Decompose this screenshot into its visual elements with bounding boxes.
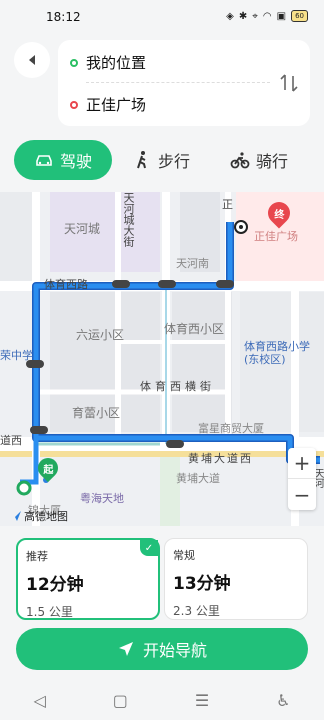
car-icon — [36, 155, 52, 166]
origin-label: 我的位置 — [86, 54, 147, 72]
map-label-target: 正佳广场 — [254, 230, 298, 243]
walk-icon — [137, 151, 146, 169]
start-navigation-label: 开始导航 — [142, 641, 207, 660]
map-label-tianhenan: 天河南 — [176, 257, 209, 270]
swap-icon[interactable] — [278, 72, 300, 94]
nav-back-icon[interactable]: ◁ — [33, 691, 45, 710]
tab-walk-label: 步行 — [157, 152, 190, 171]
tab-bike[interactable]: 骑行 — [210, 140, 308, 180]
bluetooth-icon: ✱ — [238, 10, 248, 22]
route-option-regular[interactable]: 常规 13分钟 2.3 公里 — [164, 538, 308, 620]
end-pin-label: 终 — [274, 209, 284, 221]
map-label-tiyuxi-xiaoqu: 体育西小区 — [164, 322, 225, 336]
destination-dot-icon — [70, 100, 78, 109]
wifi-icon: ◠ — [262, 10, 272, 22]
option-distance: 1.5 公里 — [26, 605, 73, 619]
map-view[interactable]: 天河城 天河城大街 天河南 体育西路 六运小区 体育西小区 荣中学 体育西路小学… — [0, 192, 324, 526]
gaode-logo-icon — [11, 511, 21, 521]
start-navigation-button[interactable]: 开始导航 — [16, 628, 308, 670]
check-icon: ✓ — [140, 540, 158, 556]
map-label-hengjie: 体育西横街 — [140, 380, 215, 393]
option-distance: 2.3 公里 — [173, 604, 220, 618]
start-pin-label: 起 — [43, 464, 53, 476]
origin-dot-icon — [70, 58, 78, 67]
battery-icon: 60 — [291, 10, 308, 22]
route-card: 我的位置 正佳广场 — [58, 40, 310, 126]
route-divider — [86, 82, 270, 83]
option-tag: 常规 — [173, 549, 195, 562]
back-button[interactable] — [14, 42, 50, 78]
nav-recents-icon[interactable]: ☰ — [195, 691, 209, 710]
tab-walk[interactable]: 步行 — [112, 140, 210, 180]
origin-row[interactable]: 我的位置 — [70, 52, 146, 73]
map-label-liuyun: 六运小区 — [76, 328, 125, 342]
map-label-yulei: 育蕾小区 — [72, 406, 121, 420]
navigate-arrow-icon — [118, 642, 133, 656]
mode-tabs: 驾驶 步行 骑行 — [14, 140, 310, 180]
map-logo-text: 高德地图 — [24, 510, 68, 523]
map-label-tianhedajie: 天河城大街 — [122, 192, 135, 247]
location-icon: ⌖ — [252, 10, 258, 22]
map-label-rongzhong: 荣中学 — [0, 349, 33, 362]
sim-icon: ▣ — [276, 10, 287, 22]
destination-label: 正佳广场 — [86, 96, 147, 114]
map-label-huangpu: 黄埔大道西 — [188, 452, 253, 465]
bike-icon — [230, 152, 250, 169]
zoom-in-button[interactable]: + — [288, 448, 316, 479]
vibrate-icon: ◈ — [226, 10, 234, 22]
status-icons: ◈ ✱ ⌖ ◠ ▣ 60 — [226, 10, 308, 22]
map-label-zheng-road: 正 — [222, 198, 233, 211]
status-time: 18:12 — [46, 10, 81, 24]
accessibility-icon[interactable]: ♿ — [276, 691, 290, 710]
tab-bike-label: 骑行 — [255, 152, 288, 171]
status-bar: 18:12 ◈ ✱ ⌖ ◠ ▣ 60 — [0, 0, 324, 34]
option-tag: 推荐 — [26, 550, 48, 563]
option-time: 13分钟 — [173, 574, 231, 594]
map-label-daodong: 道西 — [0, 434, 22, 447]
map-logo: 高德地图 — [10, 508, 68, 524]
system-nav-bar: ◁ ▢ ☰ ♿ — [0, 680, 324, 720]
zoom-control: + − — [288, 448, 316, 510]
map-label-yuehai: 粤海天地 — [80, 492, 124, 505]
map-label-huangpu-stop: 黄埔大道 — [176, 472, 220, 485]
back-arrow-icon — [29, 55, 35, 65]
map-label-tianhecheng: 天河城 — [64, 222, 101, 236]
map-label-tiyuxilu: 体育西路 — [44, 278, 88, 291]
zoom-out-button[interactable]: − — [288, 479, 316, 510]
nav-home-icon[interactable]: ▢ — [113, 691, 128, 710]
tab-drive-label: 驾驶 — [59, 152, 92, 171]
tab-drive[interactable]: 驾驶 — [14, 140, 112, 180]
option-time: 12分钟 — [26, 575, 84, 595]
route-option-recommended[interactable]: ✓ 推荐 12分钟 1.5 公里 — [16, 538, 160, 620]
map-label-fuxian: 富星商贸大厦 — [198, 422, 264, 435]
map-label-tiyuxi-school: 体育西路小学(东校区) — [244, 340, 310, 366]
destination-row[interactable]: 正佳广场 — [70, 94, 146, 115]
